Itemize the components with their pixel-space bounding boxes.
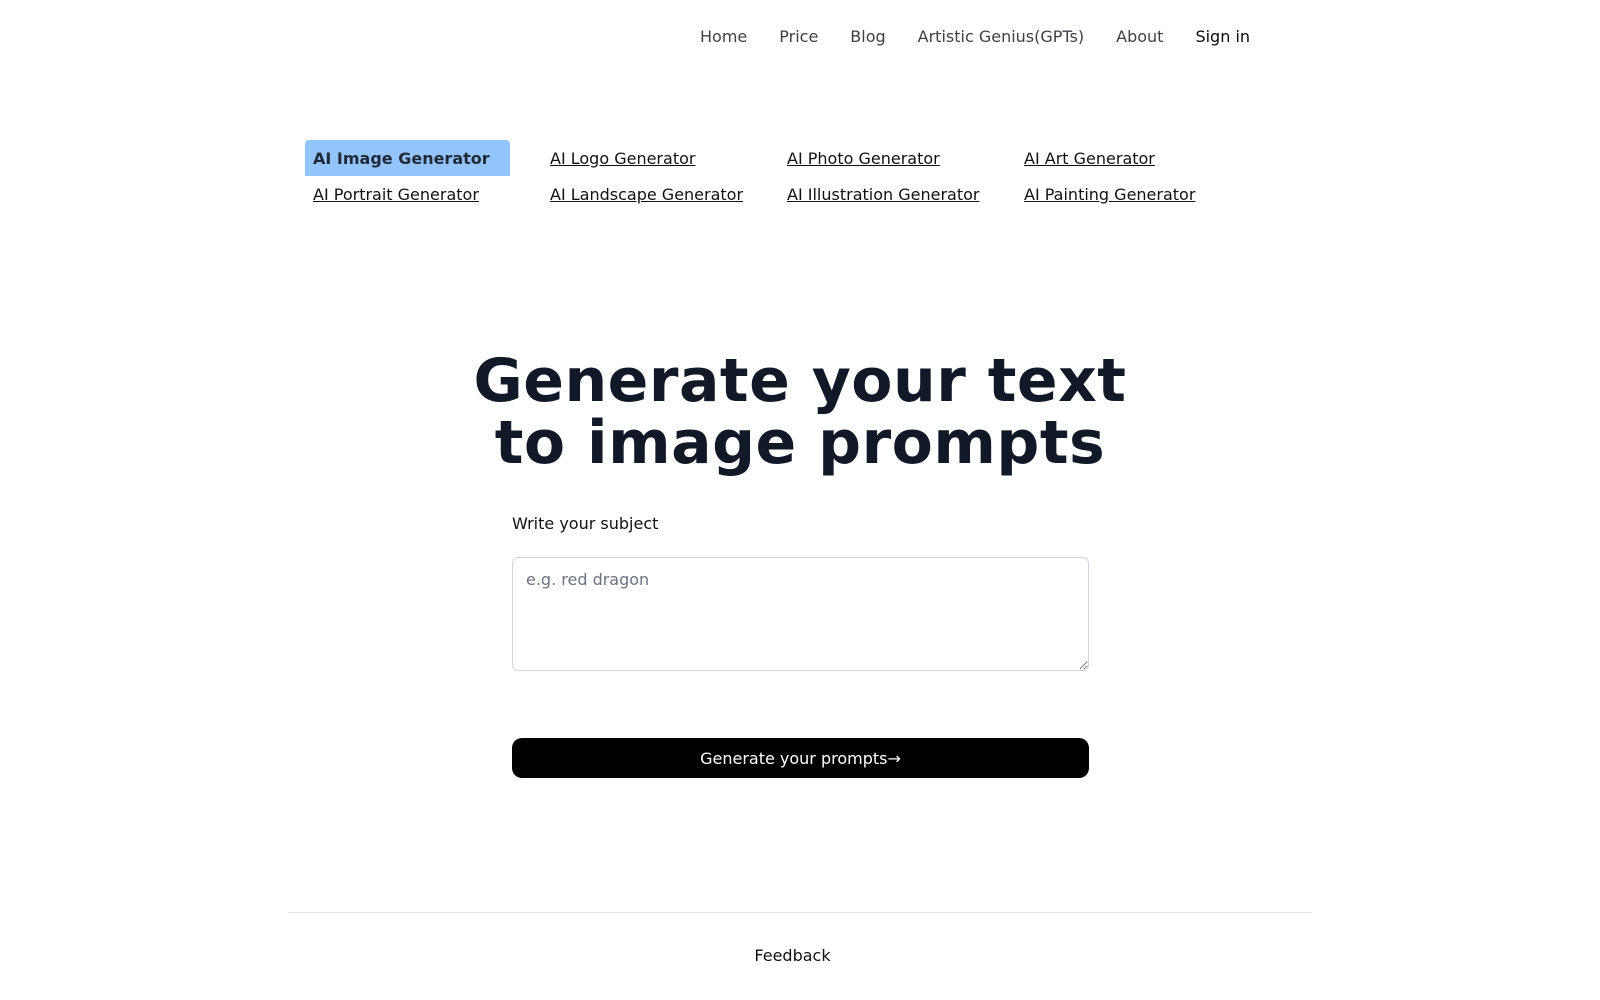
feedback-link[interactable]: Feedback xyxy=(0,946,1585,965)
generator-link-ai-landscape[interactable]: AI Landscape Generator xyxy=(542,176,779,212)
hero-title: Generate your text to image prompts xyxy=(0,350,1600,474)
hero-title-line-2: to image prompts xyxy=(494,408,1106,478)
subject-label: Write your subject xyxy=(512,514,659,533)
sign-in-link[interactable]: Sign in xyxy=(1195,27,1250,46)
generator-link-ai-art[interactable]: AI Art Generator xyxy=(1016,140,1253,176)
nav-about-link[interactable]: About xyxy=(1116,27,1163,46)
generator-link-ai-photo[interactable]: AI Photo Generator xyxy=(779,140,1016,176)
generate-prompts-button[interactable]: Generate your prompts→ xyxy=(512,738,1089,778)
generator-link-ai-logo[interactable]: AI Logo Generator xyxy=(542,140,779,176)
hero-title-line-1: Generate your text xyxy=(473,346,1127,416)
subject-textarea[interactable] xyxy=(512,557,1089,671)
generator-link-ai-portrait[interactable]: AI Portrait Generator xyxy=(305,176,542,212)
nav-home-link[interactable]: Home xyxy=(700,27,747,46)
generator-links-grid: AI Image Generator AI Logo Generator AI … xyxy=(305,140,1265,212)
nav-price-link[interactable]: Price xyxy=(779,27,818,46)
generator-link-ai-image[interactable]: AI Image Generator xyxy=(305,140,510,176)
top-nav: Home Price Blog Artistic Genius(GPTs) Ab… xyxy=(700,24,1250,48)
nav-gpts-link[interactable]: Artistic Genius(GPTs) xyxy=(918,27,1084,46)
generator-link-ai-painting[interactable]: AI Painting Generator xyxy=(1016,176,1253,212)
generator-link-ai-illustration[interactable]: AI Illustration Generator xyxy=(779,176,1016,212)
footer-divider xyxy=(288,912,1312,913)
nav-blog-link[interactable]: Blog xyxy=(850,27,885,46)
